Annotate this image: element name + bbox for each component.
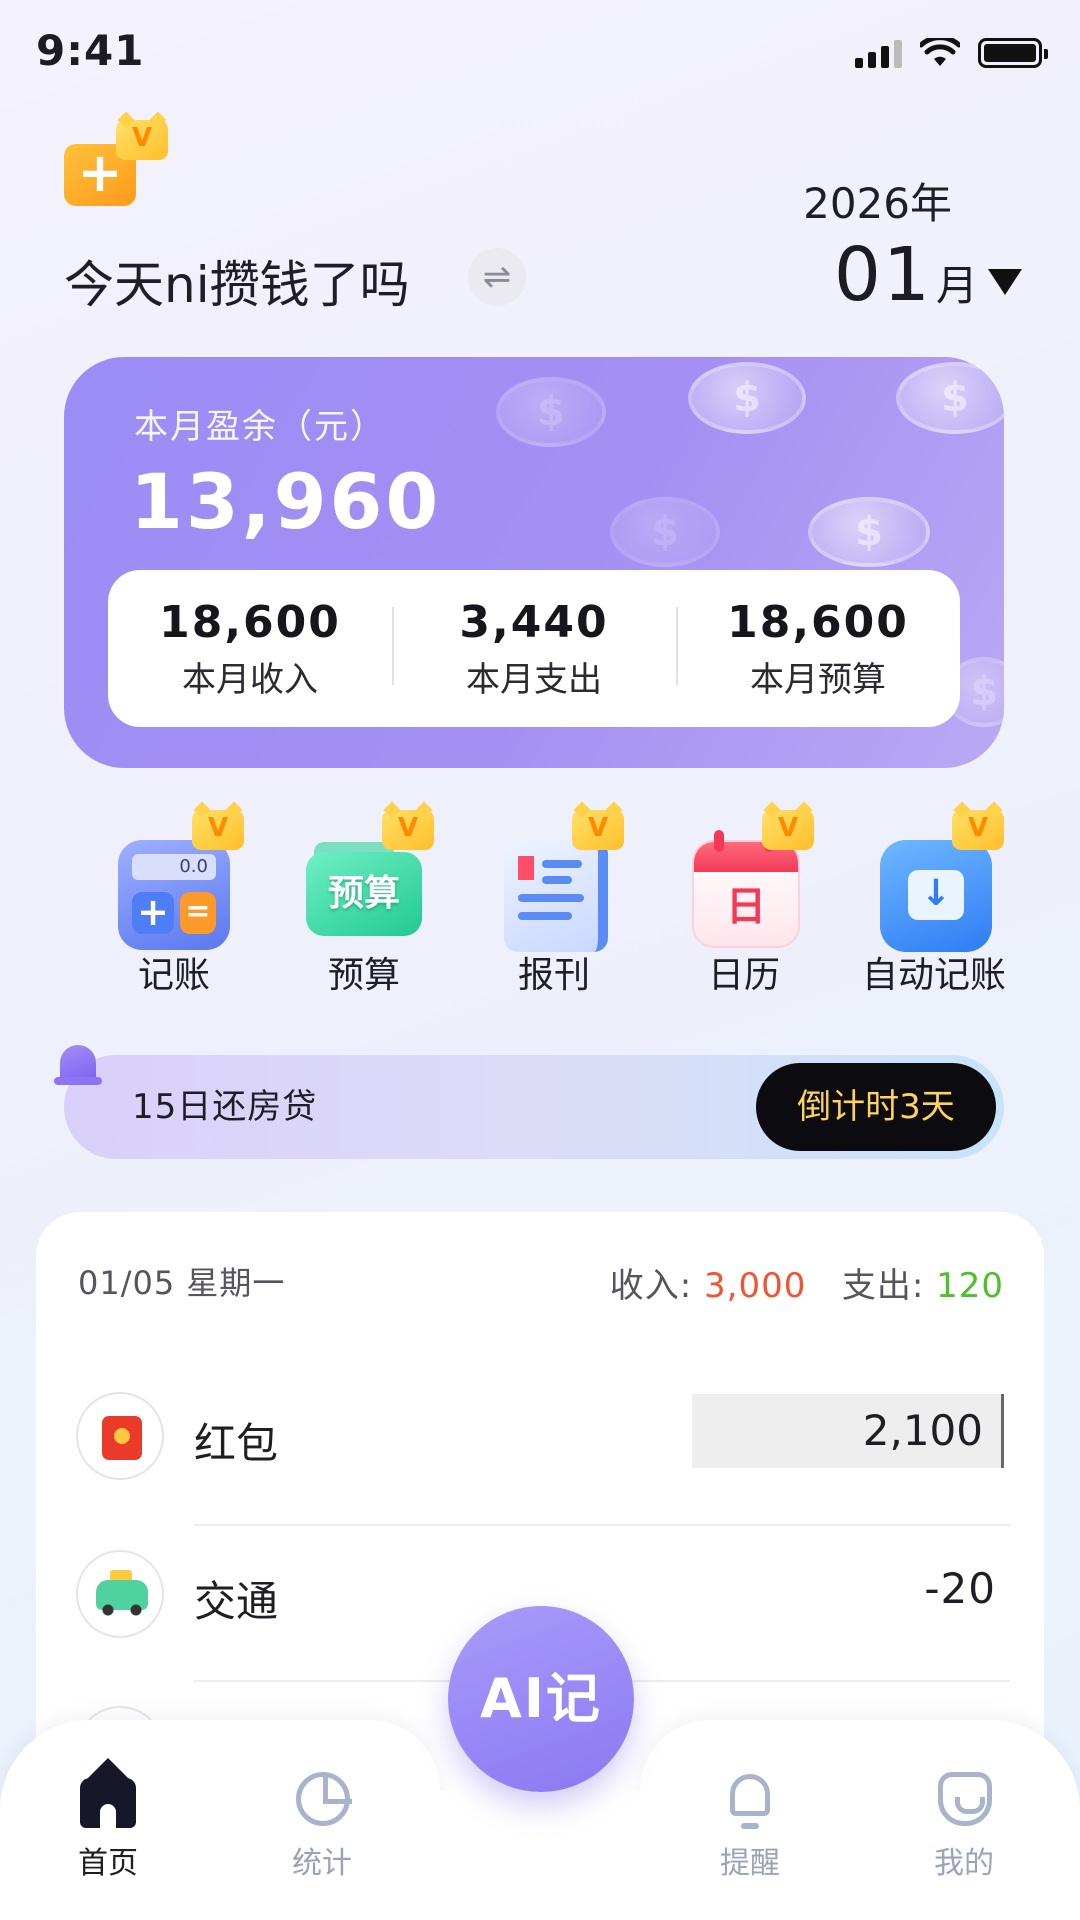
ai-record-button[interactable]: AI记: [448, 1606, 634, 1792]
balance-label: 本月盈余（元）: [134, 407, 386, 447]
year-label: 2026年: [803, 179, 952, 228]
stat-label: 本月收入: [182, 659, 318, 700]
signal-icon: [855, 38, 902, 68]
quick-action-calendar[interactable]: 日 V 日历: [664, 810, 824, 998]
battery-icon: [978, 38, 1048, 68]
reminder-text: 15日还房贷: [132, 1087, 318, 1127]
month-selector[interactable]: 01 月: [834, 232, 1022, 318]
transaction-amount: -20: [924, 1564, 996, 1613]
home-icon: [78, 1758, 138, 1828]
transaction-date: 01/05 星期一: [78, 1264, 286, 1302]
vip-badge: V: [116, 120, 168, 160]
quick-action-label: 记账: [137, 955, 210, 996]
status-time: 9:41: [36, 26, 145, 75]
quick-actions: 0.0 + = V 记账 预算 V 预算 V 报刊 日 V 日历 ↓ V 自动记…: [94, 810, 1014, 998]
income-label: 收入:: [609, 1266, 705, 1306]
coin-icon: $: [896, 362, 1004, 434]
quick-action-label: 预算: [327, 955, 400, 996]
red-packet-icon: [76, 1392, 164, 1480]
nav-profile[interactable]: 我的: [904, 1770, 1024, 1882]
income-value: 3,000: [704, 1266, 807, 1306]
taxi-icon: [76, 1550, 164, 1638]
stat-value: 18,600: [159, 596, 341, 648]
day-summary: 收入: 3,000 支出: 120: [610, 1258, 1004, 1307]
vip-badge: V: [382, 810, 434, 850]
quick-action-label: 自动记账: [861, 955, 1006, 996]
monthly-summary-card[interactable]: $ $ $ $ $ $ 本月盈余（元） 13,960 18,600 本月收入 3…: [64, 357, 1004, 768]
balance-value: 13,960: [130, 457, 442, 546]
coin-icon: $: [808, 497, 930, 567]
stat-value: 18,600: [727, 596, 909, 648]
wifi-icon: [920, 38, 960, 66]
quick-action-label: 日历: [707, 955, 780, 996]
stat-label: 本月支出: [466, 659, 602, 700]
caret-down-icon: [988, 269, 1022, 295]
bell-icon: [720, 1770, 780, 1829]
vip-badge: V: [572, 810, 624, 850]
stat-income[interactable]: 18,600 本月收入: [108, 597, 392, 701]
stats-panel: 18,600 本月收入 3,440 本月支出 18,600 本月预算: [108, 570, 960, 727]
bell-icon: [54, 1039, 102, 1093]
quick-action-newspaper[interactable]: V 报刊: [474, 810, 634, 998]
coin-icon: $: [496, 377, 606, 447]
vip-badge: V: [192, 810, 244, 850]
stats-icon: [292, 1770, 352, 1828]
quick-action-auto-record[interactable]: ↓ V 自动记账: [854, 810, 1014, 998]
nav-reminder[interactable]: 提醒: [690, 1770, 810, 1882]
status-bar: 9:41: [0, 0, 1080, 110]
coin-icon: $: [610, 497, 720, 567]
nav-label: 统计: [292, 1846, 352, 1881]
status-icons: [855, 38, 1048, 68]
stat-expense[interactable]: 3,440 本月支出: [392, 597, 676, 701]
transaction-row[interactable]: 红包 2,100: [76, 1380, 1004, 1500]
nav-home[interactable]: 首页: [48, 1758, 168, 1882]
app-logo[interactable]: + V: [64, 120, 174, 210]
expense-value: 120: [936, 1266, 1004, 1306]
stat-label: 本月预算: [750, 659, 886, 700]
nav-stats[interactable]: 统计: [262, 1770, 382, 1882]
transaction-name: 交通: [194, 1577, 279, 1626]
coin-icon: $: [688, 362, 806, 434]
expense-label: 支出:: [841, 1266, 937, 1306]
vip-badge: V: [762, 810, 814, 850]
nav-label: 首页: [78, 1846, 138, 1881]
budget-icon: 预算 V: [300, 810, 434, 940]
profile-icon: [934, 1770, 994, 1828]
reminder-banner[interactable]: 15日还房贷 倒计时3天: [54, 1045, 1004, 1159]
stat-value: 3,440: [459, 596, 609, 648]
quick-action-budget[interactable]: 预算 V 预算: [284, 810, 444, 998]
stat-budget[interactable]: 18,600 本月预算: [676, 597, 960, 701]
amount-input[interactable]: 2,100: [692, 1394, 1004, 1468]
divider: [194, 1524, 1010, 1526]
newspaper-icon: V: [490, 810, 624, 952]
calculator-icon: 0.0 + = V: [110, 810, 244, 950]
app-title: 今天ni攒钱了吗: [64, 256, 410, 314]
vip-badge: V: [952, 810, 1004, 850]
auto-record-icon: ↓ V: [870, 810, 1004, 952]
month-number: 01: [833, 232, 932, 318]
transaction-name: 红包: [194, 1419, 279, 1468]
quick-action-bookkeeping[interactable]: 0.0 + = V 记账: [94, 810, 254, 998]
countdown-button[interactable]: 倒计时3天: [756, 1063, 996, 1151]
nav-label: 提醒: [720, 1846, 780, 1881]
calendar-icon: 日 V: [680, 810, 814, 948]
month-unit: 月: [935, 261, 978, 310]
nav-label: 我的: [934, 1846, 994, 1881]
quick-action-label: 报刊: [517, 955, 590, 996]
switch-icon[interactable]: ⇌: [468, 248, 526, 306]
